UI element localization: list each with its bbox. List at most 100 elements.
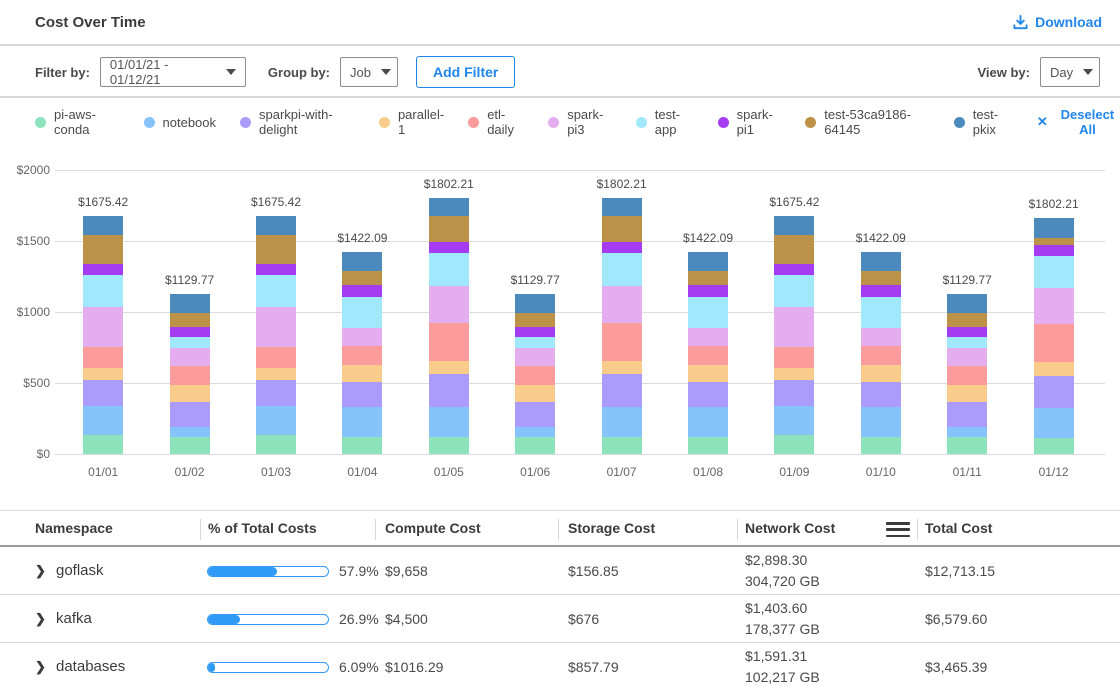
deselect-all-button[interactable]: ✕ Deselect All bbox=[1037, 107, 1120, 137]
chart-bar-segment[interactable] bbox=[256, 307, 296, 346]
chart-bar-segment[interactable] bbox=[861, 271, 901, 286]
chart-bar-segment[interactable] bbox=[83, 307, 123, 346]
chart-bar-segment[interactable] bbox=[515, 348, 555, 366]
chart-bar-segment[interactable] bbox=[688, 285, 728, 297]
chart-bar-segment[interactable] bbox=[342, 271, 382, 286]
column-header-storage-cost[interactable]: Storage Cost bbox=[568, 511, 655, 545]
chart-bar-segment[interactable] bbox=[947, 348, 987, 366]
chart-bar[interactable] bbox=[429, 198, 469, 454]
column-header-compute-cost[interactable]: Compute Cost bbox=[385, 511, 481, 545]
chart-bar-segment[interactable] bbox=[429, 286, 469, 323]
chart-bar-segment[interactable] bbox=[429, 374, 469, 406]
chart-bar-segment[interactable] bbox=[170, 348, 210, 366]
chart-bar-segment[interactable] bbox=[515, 337, 555, 348]
date-range-select[interactable]: 01/01/21 - 01/12/21 bbox=[100, 57, 246, 87]
chart-bar-segment[interactable] bbox=[342, 365, 382, 382]
chart-bar-segment[interactable] bbox=[83, 380, 123, 406]
legend-item[interactable]: test-app bbox=[636, 107, 694, 137]
chart-bar-segment[interactable] bbox=[688, 437, 728, 454]
chart-bar-segment[interactable] bbox=[1034, 238, 1074, 245]
chart-bar-segment[interactable] bbox=[602, 253, 642, 285]
expand-row-icon[interactable]: ❯ bbox=[35, 595, 46, 642]
chart-bar-segment[interactable] bbox=[83, 264, 123, 275]
chart-bar[interactable] bbox=[256, 216, 296, 454]
view-by-select[interactable]: Day bbox=[1040, 57, 1100, 87]
chart-bar-segment[interactable] bbox=[1034, 324, 1074, 362]
expand-row-icon[interactable]: ❯ bbox=[35, 547, 46, 594]
chart-bar-segment[interactable] bbox=[861, 252, 901, 271]
chart-bar-segment[interactable] bbox=[429, 361, 469, 374]
chart-bar-segment[interactable] bbox=[170, 437, 210, 454]
chart-bar[interactable] bbox=[861, 252, 901, 454]
chart-bar-segment[interactable] bbox=[256, 216, 296, 235]
chart-bar-segment[interactable] bbox=[1034, 376, 1074, 408]
chart-bar-segment[interactable] bbox=[861, 407, 901, 437]
chart-bar-segment[interactable] bbox=[774, 307, 814, 346]
legend-item[interactable]: notebook bbox=[144, 115, 217, 130]
chart-bar-segment[interactable] bbox=[170, 402, 210, 427]
chart-bar-segment[interactable] bbox=[774, 264, 814, 275]
chart-bar-segment[interactable] bbox=[256, 275, 296, 307]
column-header-network-cost[interactable]: Network Cost bbox=[745, 511, 835, 545]
chart-bar-segment[interactable] bbox=[429, 437, 469, 454]
legend-item[interactable]: etl-daily bbox=[468, 107, 524, 137]
chart-bar-segment[interactable] bbox=[774, 368, 814, 380]
chart-bar-segment[interactable] bbox=[256, 235, 296, 264]
chart-bar-segment[interactable] bbox=[83, 406, 123, 435]
chart-bar-segment[interactable] bbox=[1034, 218, 1074, 238]
chart-bar-segment[interactable] bbox=[947, 437, 987, 454]
chart-bar-segment[interactable] bbox=[602, 216, 642, 242]
chart-bar-segment[interactable] bbox=[83, 435, 123, 454]
chart-bar-segment[interactable] bbox=[861, 285, 901, 297]
chart-bar-segment[interactable] bbox=[170, 337, 210, 348]
chart-bar-segment[interactable] bbox=[342, 328, 382, 346]
group-by-select[interactable]: Job bbox=[340, 57, 398, 87]
chart-bar-segment[interactable] bbox=[429, 407, 469, 437]
legend-item[interactable]: spark-pi1 bbox=[718, 107, 782, 137]
chart-bar[interactable] bbox=[515, 294, 555, 454]
chart-bar-segment[interactable] bbox=[256, 380, 296, 406]
chart-bar-segment[interactable] bbox=[861, 382, 901, 407]
chart-bar-segment[interactable] bbox=[774, 275, 814, 307]
chart-bar-segment[interactable] bbox=[429, 253, 469, 285]
chart-bar-segment[interactable] bbox=[429, 198, 469, 216]
chart-bar-segment[interactable] bbox=[947, 385, 987, 402]
chart-bar-segment[interactable] bbox=[429, 323, 469, 361]
chart-bar-segment[interactable] bbox=[83, 275, 123, 307]
chart-bar-segment[interactable] bbox=[515, 294, 555, 314]
chart-bar-segment[interactable] bbox=[170, 427, 210, 437]
chart-bar-segment[interactable] bbox=[342, 285, 382, 297]
chart-bar-segment[interactable] bbox=[83, 216, 123, 235]
chart-bar-segment[interactable] bbox=[515, 313, 555, 327]
chart-bar[interactable] bbox=[688, 252, 728, 454]
chart-bar-segment[interactable] bbox=[515, 385, 555, 402]
chart-bar-segment[interactable] bbox=[170, 313, 210, 327]
chart-bar-segment[interactable] bbox=[1034, 362, 1074, 376]
chart-bar-segment[interactable] bbox=[429, 216, 469, 242]
chart-bar-segment[interactable] bbox=[515, 327, 555, 337]
chart-bar-segment[interactable] bbox=[515, 437, 555, 454]
chart-bar-segment[interactable] bbox=[861, 437, 901, 454]
chart-bar-segment[interactable] bbox=[774, 235, 814, 264]
chart-bar-segment[interactable] bbox=[83, 347, 123, 368]
chart-bar-segment[interactable] bbox=[602, 407, 642, 437]
chart-bar-segment[interactable] bbox=[947, 427, 987, 437]
chart-bar-segment[interactable] bbox=[861, 346, 901, 365]
legend-item[interactable]: pi-aws-conda bbox=[35, 107, 120, 137]
chart-bar-segment[interactable] bbox=[342, 252, 382, 271]
chart-bar-segment[interactable] bbox=[947, 366, 987, 385]
chart-bar-segment[interactable] bbox=[947, 402, 987, 427]
chart-bar-segment[interactable] bbox=[602, 242, 642, 253]
chart-bar-segment[interactable] bbox=[515, 402, 555, 427]
chart-bar-segment[interactable] bbox=[256, 368, 296, 380]
legend-item[interactable]: test-53ca9186-64145 bbox=[805, 107, 929, 137]
chart-bar-segment[interactable] bbox=[774, 380, 814, 406]
chart-bar-segment[interactable] bbox=[602, 198, 642, 216]
chart-bar-segment[interactable] bbox=[170, 294, 210, 314]
chart-bar-segment[interactable] bbox=[774, 406, 814, 435]
legend-item[interactable]: sparkpi-with-delight bbox=[240, 107, 355, 137]
chart-bar-segment[interactable] bbox=[602, 374, 642, 406]
chart-bar-segment[interactable] bbox=[342, 382, 382, 407]
chart-bar-segment[interactable] bbox=[256, 347, 296, 368]
chart-bar[interactable] bbox=[774, 216, 814, 454]
